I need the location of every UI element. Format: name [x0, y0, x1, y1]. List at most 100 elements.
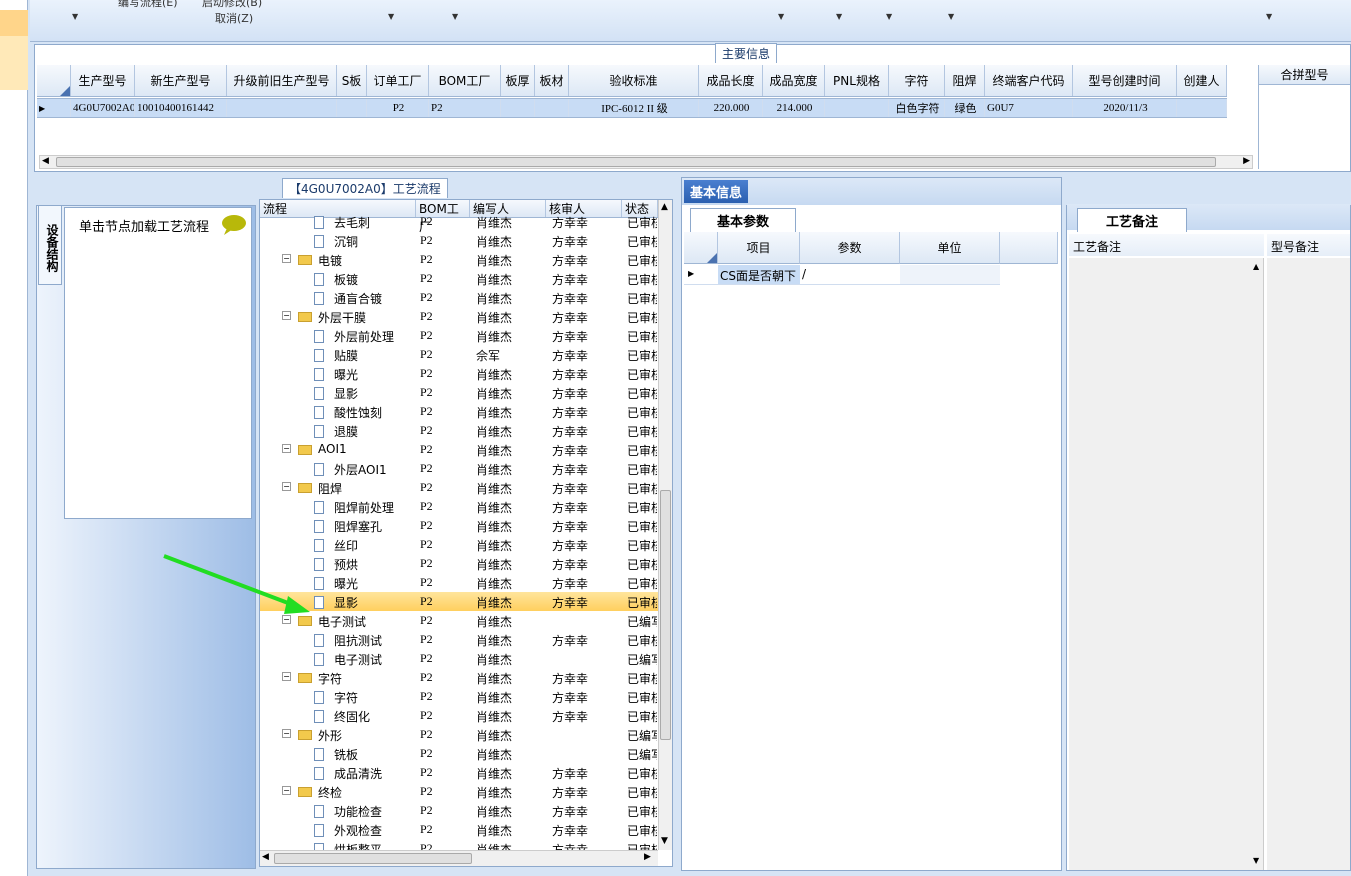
scroll-right-icon[interactable]: ▶ — [1243, 156, 1250, 166]
cell[interactable]: CS面是否朝下 — [718, 265, 800, 284]
cell[interactable]: 绿色 — [945, 99, 985, 117]
tree-row[interactable]: 阻焊塞孔 P2 肖维杰 方幸幸 已审核 — [260, 516, 658, 535]
cell[interactable] — [825, 99, 889, 117]
tree-row[interactable]: 通盲合镀 P2 肖维杰 方幸幸 已审核 — [260, 288, 658, 307]
nav-highlight[interactable] — [0, 10, 28, 36]
tab-process-remark[interactable]: 工艺备注 — [1077, 208, 1188, 232]
nav-highlight-2[interactable] — [0, 36, 28, 90]
tab-basic-info[interactable]: 基本信息 — [684, 180, 749, 203]
col-header[interactable]: 订单工厂 — [367, 65, 429, 96]
table-row[interactable]: ▶ 4G0U7002A0 10010400161442 P2 P2 IPC-60… — [37, 98, 1227, 118]
cell[interactable] — [501, 99, 535, 117]
col-header[interactable]: 创建人 — [1177, 65, 1227, 96]
tree-row[interactable]: −外形P2肖维杰已编写 — [260, 725, 658, 744]
scroll-down-icon[interactable]: ▼ — [661, 836, 668, 846]
table-row[interactable]: ▶ CS面是否朝下 / — [684, 265, 1000, 285]
col-header[interactable]: S板 — [337, 65, 367, 96]
tree-row[interactable]: −AOI1P2肖维杰方幸幸已审核 — [260, 440, 658, 459]
tree-row[interactable]: 贴膜 P2 佘军 方幸幸 已审核 — [260, 345, 658, 364]
tree-row[interactable]: 酸性蚀刻 P2 肖维杰 方幸幸 已审核 — [260, 402, 658, 421]
cell[interactable]: 2020/11/3 — [1073, 99, 1177, 117]
tree-row[interactable]: 板镀 P2 肖维杰 方幸幸 已审核 — [260, 269, 658, 288]
scroll-thumb[interactable] — [660, 490, 671, 740]
col-header[interactable]: 新生产型号 — [135, 65, 227, 96]
chevron-down-icon[interactable]: ▼ — [778, 12, 784, 21]
tree-row[interactable]: 显影 P2 肖维杰 方幸幸 已审核 — [260, 383, 658, 402]
tree-row[interactable]: 终固化 P2 肖维杰 方幸幸 已审核 — [260, 706, 658, 725]
col-header[interactable]: 验收标准 — [569, 65, 699, 96]
tree-row[interactable]: 成品清洗 P2 肖维杰 方幸幸 已审核 — [260, 763, 658, 782]
cell[interactable] — [535, 99, 569, 117]
scroll-right-icon[interactable]: ▶ — [644, 852, 651, 862]
tree-row[interactable]: 字符 P2 肖维杰 方幸幸 已审核 — [260, 687, 658, 706]
scroll-left-icon[interactable]: ◀ — [262, 852, 269, 862]
col-header[interactable]: 单位 — [900, 232, 1000, 264]
tree-row[interactable]: 外层前处理 P2 肖维杰 方幸幸 已审核 — [260, 326, 658, 345]
cell[interactable]: 220.000 — [699, 99, 763, 117]
tree-row[interactable]: −字符P2肖维杰方幸幸已审核 — [260, 668, 658, 687]
cell[interactable]: / — [800, 265, 900, 284]
col-header[interactable]: 升级前旧生产型号 — [227, 65, 337, 96]
toolbar-cancel[interactable]: 取消(Z) — [215, 10, 253, 26]
col-header[interactable]: 成品长度 — [699, 65, 763, 96]
tree-row[interactable]: 外观检查 P2 肖维杰 方幸幸 已审核 — [260, 820, 658, 839]
chevron-down-icon[interactable]: ▼ — [836, 12, 842, 21]
col-header[interactable]: 生产型号 — [71, 65, 135, 96]
tree-row[interactable]: −电镀P2肖维杰方幸幸已审核 — [260, 250, 658, 269]
tree-row[interactable]: 去毛刺 P2 肖维杰 方幸幸 已审核 — [260, 212, 658, 231]
chevron-down-icon[interactable]: ▼ — [452, 12, 458, 21]
scroll-up-icon[interactable]: ▲ — [1253, 262, 1259, 271]
cell[interactable]: 4G0U7002A0 — [71, 99, 135, 117]
cell[interactable]: 白色字符 — [889, 99, 945, 117]
col-header[interactable]: PNL规格 — [825, 65, 889, 96]
process-tree[interactable]: 流程 BOM工厂 编写人 核审人 状态 去毛刺P2肖维杰方幸幸已审核沉铜P2肖维… — [259, 199, 673, 867]
col-header[interactable]: 字符 — [889, 65, 945, 96]
col-header[interactable]: 项目 — [718, 232, 800, 264]
cell[interactable]: 214.000 — [763, 99, 825, 117]
tree-row[interactable]: 阻抗测试 P2 肖维杰 方幸幸 已审核 — [260, 630, 658, 649]
cell[interactable]: IPC-6012 II 级 — [569, 99, 699, 117]
chevron-down-icon[interactable]: ▼ — [1266, 12, 1272, 21]
tree-vscroll[interactable]: ▲ ▼ — [658, 200, 672, 850]
tree-row[interactable]: 退膜 P2 肖维杰 方幸幸 已审核 — [260, 421, 658, 440]
col-header[interactable]: 成品宽度 — [763, 65, 825, 96]
tree-row[interactable]: 外层AOI1 P2 肖维杰 方幸幸 已审核 — [260, 459, 658, 478]
cell[interactable] — [227, 99, 337, 117]
col-header[interactable]: 板厚 — [501, 65, 535, 96]
model-remark-textarea[interactable] — [1267, 258, 1350, 870]
col-header[interactable]: 参数 — [800, 232, 900, 264]
scroll-thumb[interactable] — [56, 157, 1216, 167]
col-header[interactable]: 板材 — [535, 65, 569, 96]
chevron-down-icon[interactable]: ▼ — [388, 12, 394, 21]
toolbar-edit-flow[interactable]: 编写流程(E) — [118, 0, 178, 10]
col-header[interactable]: BOM工厂 — [429, 65, 501, 96]
tree-row[interactable]: 电子测试 P2 肖维杰 已编写 — [260, 649, 658, 668]
scroll-left-icon[interactable]: ◀ — [42, 156, 49, 166]
chevron-down-icon[interactable]: ▼ — [72, 12, 78, 21]
cell[interactable]: P2 — [367, 99, 429, 117]
process-remark-textarea[interactable]: ▲ ▼ — [1069, 258, 1264, 870]
tab-basic-params[interactable]: 基本参数 — [690, 208, 797, 232]
tree-row[interactable]: −终检P2肖维杰方幸幸已审核 — [260, 782, 658, 801]
equipment-tab[interactable]: 设备结构 — [38, 205, 62, 285]
tree-row[interactable]: 沉铜 P2 肖维杰 方幸幸 已审核 — [260, 231, 658, 250]
col-header[interactable]: 阻焊 — [945, 65, 985, 96]
scroll-thumb[interactable] — [274, 853, 472, 864]
toolbar-start-modify[interactable]: 启动修改(B) — [202, 0, 262, 10]
tree-row[interactable]: 铣板 P2 肖维杰 已编写 — [260, 744, 658, 763]
cell[interactable] — [900, 265, 1000, 284]
tree-row[interactable]: 阻焊前处理 P2 肖维杰 方幸幸 已审核 — [260, 497, 658, 516]
cell[interactable] — [1177, 99, 1227, 117]
col-header[interactable]: 终端客户代码 — [985, 65, 1073, 96]
cell[interactable] — [337, 99, 367, 117]
chevron-down-icon[interactable]: ▼ — [948, 12, 954, 21]
tree-row[interactable]: −外层干膜P2肖维杰方幸幸已审核 — [260, 307, 658, 326]
scroll-up-icon[interactable]: ▲ — [661, 202, 668, 212]
tree-row[interactable]: 曝光 P2 肖维杰 方幸幸 已审核 — [260, 364, 658, 383]
tree-row[interactable]: −阻焊P2肖维杰方幸幸已审核 — [260, 478, 658, 497]
equipment-tree[interactable]: 单击节点加载工艺流程 — [64, 207, 252, 519]
tree-row[interactable]: 功能检查 P2 肖维杰 方幸幸 已审核 — [260, 801, 658, 820]
chevron-down-icon[interactable]: ▼ — [886, 12, 892, 21]
col-header[interactable]: 型号创建时间 — [1073, 65, 1177, 96]
cell[interactable]: P2 — [429, 99, 501, 117]
